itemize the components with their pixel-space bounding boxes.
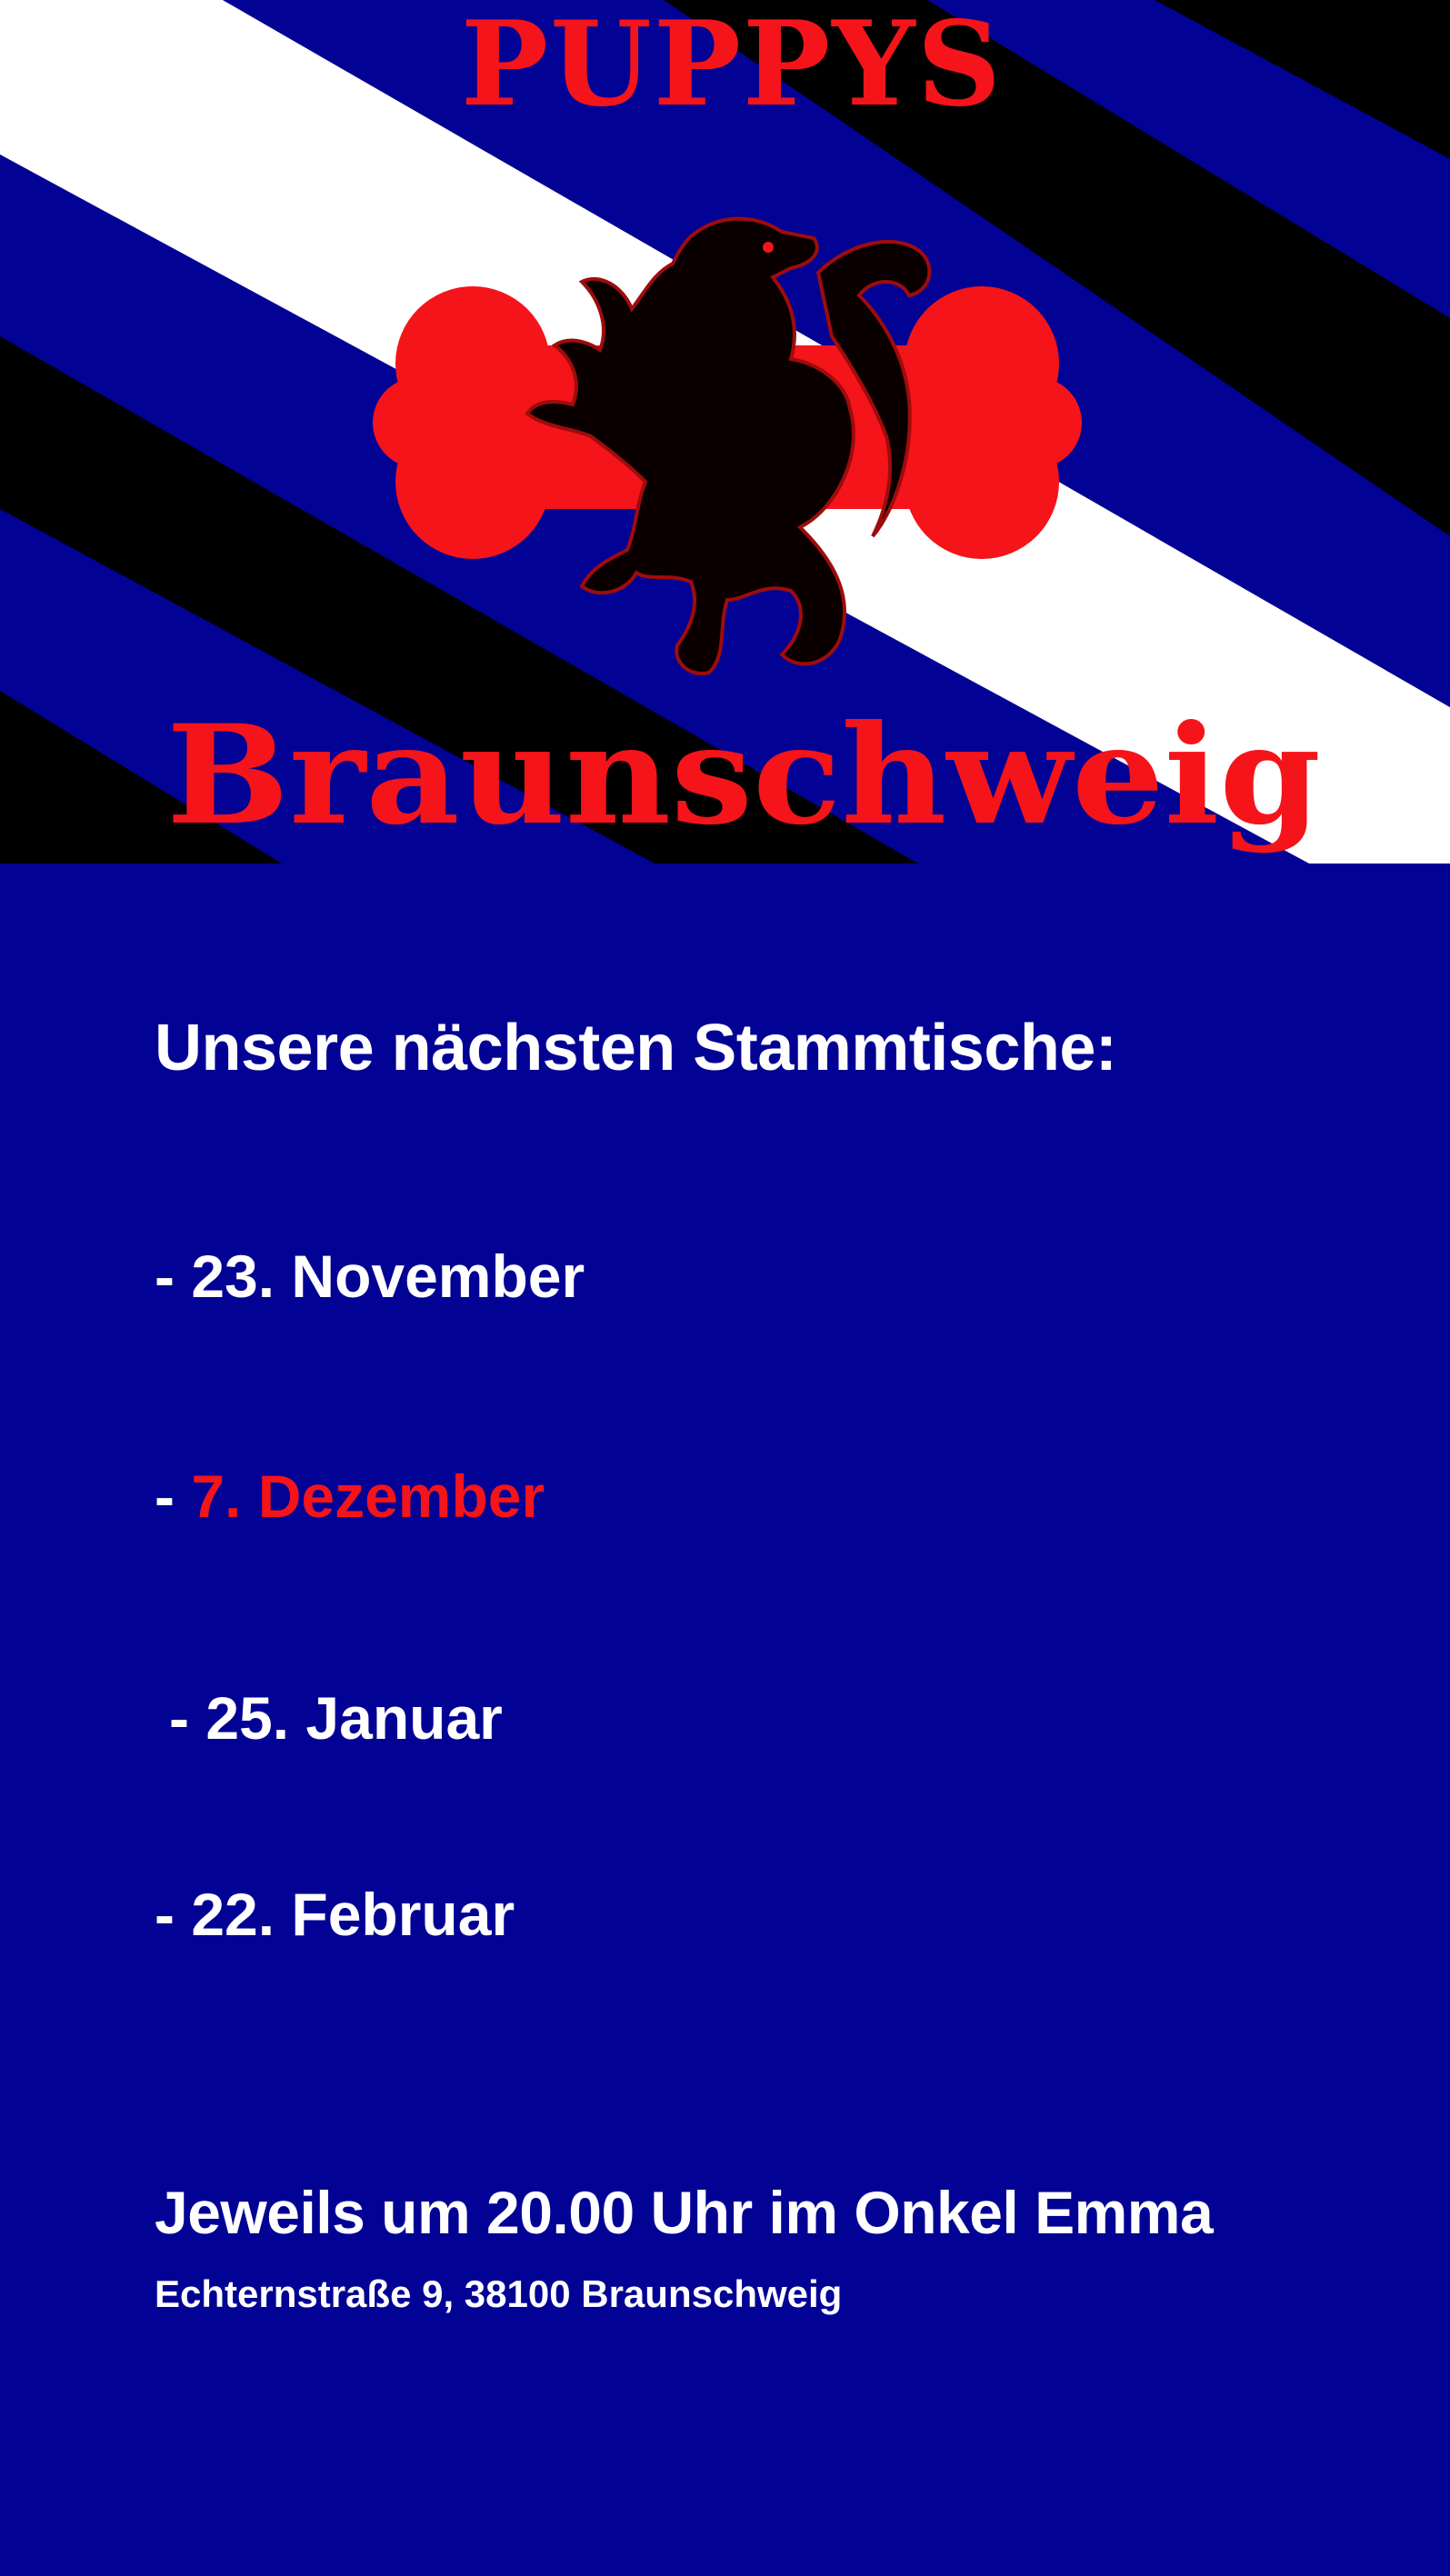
flag-banner: PUPPYS Braunschweig <box>0 0 1450 864</box>
date-dash: - <box>155 1243 192 1310</box>
date-dash: - <box>155 1463 192 1530</box>
date-value: 22. Februar <box>191 1881 515 1948</box>
date-dash: - <box>155 1881 192 1948</box>
poster: PUPPYS Braunschweig Unsere nächsten Stam… <box>0 0 1450 2576</box>
logo-bottom-text: Braunschweig <box>166 695 1321 855</box>
date-item: - 7. Dezember <box>155 1462 545 1531</box>
date-item: - 23. November <box>155 1242 585 1311</box>
logo-top-text: PUPPYS <box>461 0 1003 133</box>
flag-stripes-graphic: PUPPYS Braunschweig <box>0 0 1450 864</box>
date-item: - 25. Januar <box>169 1683 503 1752</box>
schedule-heading: Unsere nächsten Stammtische: <box>155 1012 1117 1084</box>
address-text: Echternstraße 9, 38100 Braunschweig <box>155 2272 843 2315</box>
date-value-highlighted: 7. Dezember <box>191 1463 545 1530</box>
date-dash: - <box>169 1684 206 1752</box>
lion-eye-icon <box>763 242 774 253</box>
date-item: - 22. Februar <box>155 1880 515 1949</box>
date-value: 23. November <box>191 1243 585 1310</box>
date-value: 25. Januar <box>205 1684 503 1752</box>
meeting-time-text: Jeweils um 20.00 Uhr im Onkel Emma <box>155 2179 1214 2246</box>
